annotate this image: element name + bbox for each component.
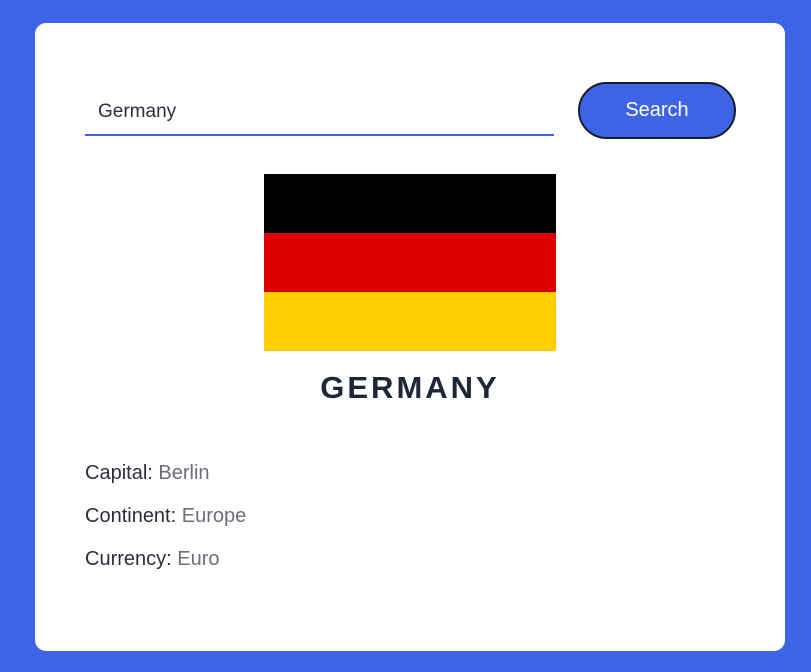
- capital-label: Capital:: [85, 462, 153, 484]
- currency-value: Euro: [177, 548, 220, 570]
- country-flag: [264, 174, 556, 351]
- continent-value: Europe: [181, 505, 247, 527]
- currency-row: Currency: Euro: [85, 545, 685, 588]
- country-details: Capital: Berlin Continent: Europe Curren…: [85, 459, 685, 588]
- country-name: GERMANY: [320, 370, 500, 405]
- search-input[interactable]: [85, 89, 554, 136]
- flag-stripe-middle: [264, 233, 556, 292]
- continent-label: Continent:: [85, 505, 177, 527]
- flag-stripe-bottom: [264, 292, 556, 351]
- search-button[interactable]: Search: [578, 82, 736, 139]
- flag-stripe-top: [264, 174, 556, 233]
- capital-value: Berlin: [158, 462, 210, 484]
- capital-row: Capital: Berlin: [85, 459, 685, 502]
- currency-label: Currency:: [85, 548, 172, 570]
- country-card: Search GERMANY Capital: Berlin Continent…: [35, 23, 785, 651]
- continent-row: Continent: Europe: [85, 502, 685, 545]
- search-row: Search: [85, 82, 736, 139]
